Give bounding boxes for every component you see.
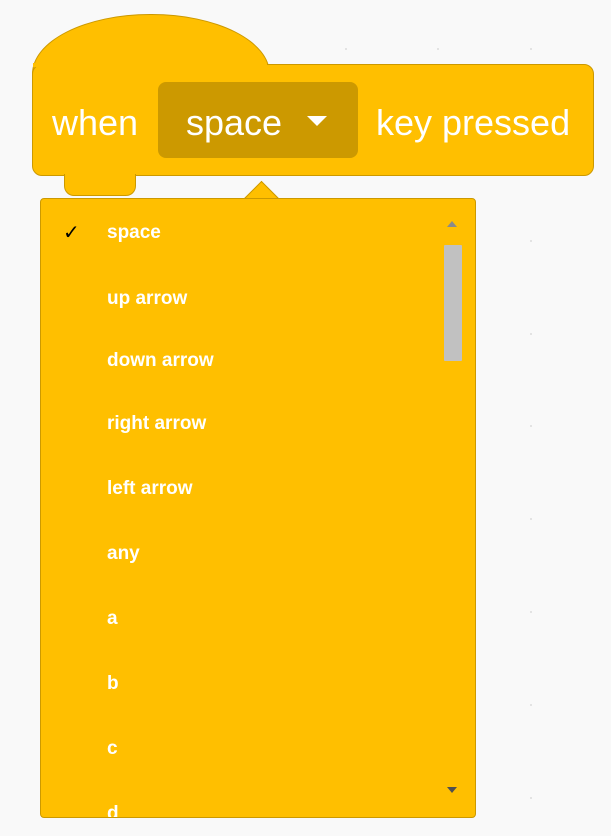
scroll-down-arrow-icon[interactable]: [447, 787, 457, 793]
dropdown-option[interactable]: left arrow: [41, 473, 441, 509]
grid-dot: [530, 704, 532, 706]
grid-dot: [530, 611, 532, 613]
checkmark-icon: ✓: [63, 222, 80, 244]
grid-dot: [530, 48, 532, 50]
grid-dot: [530, 240, 532, 242]
grid-dot: [530, 797, 532, 799]
scrollbar-thumb[interactable]: [444, 245, 462, 361]
dropdown-option-label: b: [107, 673, 119, 694]
when-label: when: [52, 102, 139, 143]
dropdown-option[interactable]: any: [41, 538, 441, 574]
dropdown-option-label: down arrow: [107, 350, 214, 371]
grid-dot: [530, 425, 532, 427]
hat-block-notch: [64, 174, 136, 196]
dropdown-option[interactable]: c: [41, 733, 441, 769]
dropdown-option-label: d: [107, 803, 119, 818]
dropdown-option-label: right arrow: [107, 413, 207, 434]
scroll-up-arrow-icon[interactable]: [447, 221, 457, 227]
caret-down-icon[interactable]: [307, 116, 327, 126]
grid-dot: [437, 48, 439, 50]
dropdown-option-label: any: [107, 543, 140, 564]
dropdown-option[interactable]: up arrow: [41, 283, 441, 319]
key-dropdown-menu[interactable]: ✓ space up arrow down arrow right arrow left …: [40, 198, 476, 818]
dropdown-option-label: space: [107, 222, 161, 243]
dropdown-option[interactable]: b: [41, 668, 441, 704]
key-pressed-label: key pressed: [376, 102, 571, 143]
dropdown-option[interactable]: right arrow: [41, 408, 441, 444]
dropdown-option[interactable]: a: [41, 603, 441, 639]
key-dropdown-value[interactable]: space: [186, 103, 282, 143]
grid-dot: [345, 48, 347, 50]
hat-block-seam: [33, 63, 267, 67]
dropdown-option-label: left arrow: [107, 478, 193, 499]
dropdown-option[interactable]: ✓ space: [41, 217, 441, 253]
grid-dot: [530, 333, 532, 335]
dropdown-option-label: c: [107, 738, 118, 759]
dropdown-option[interactable]: down arrow: [41, 345, 441, 381]
key-options-list: ✓ space up arrow down arrow right arrow left …: [41, 199, 441, 817]
grid-dot: [530, 518, 532, 520]
dropdown-scrollbar[interactable]: [439, 211, 465, 807]
dropdown-option-label: a: [107, 608, 118, 629]
dropdown-option-label: up arrow: [107, 288, 188, 309]
dropdown-option[interactable]: d: [41, 798, 441, 818]
